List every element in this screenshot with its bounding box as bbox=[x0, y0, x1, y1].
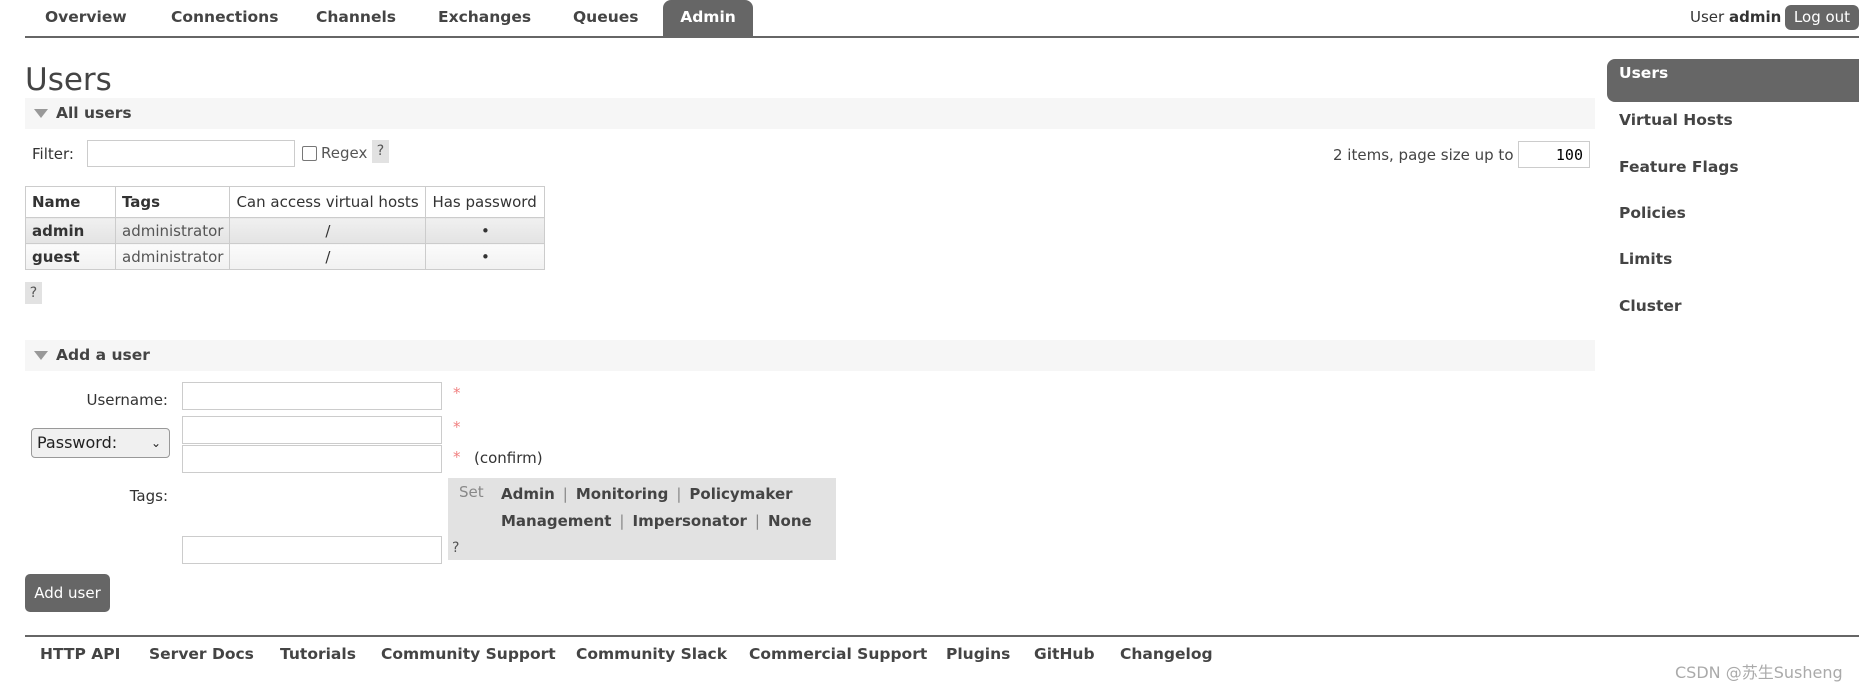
tag-option-impersonator[interactable]: Impersonator bbox=[632, 512, 746, 530]
tab-channels[interactable]: Channels bbox=[316, 0, 396, 36]
tag-options-row-2: Management | Impersonator | None bbox=[501, 512, 812, 530]
filter-label: Filter: bbox=[32, 145, 74, 163]
column-header[interactable]: Name bbox=[25, 186, 116, 218]
separator: | bbox=[619, 512, 625, 530]
footer-link-tutorials[interactable]: Tutorials bbox=[280, 645, 356, 663]
add-user-button[interactable]: Add user bbox=[25, 574, 110, 612]
sidebar-item-limits[interactable]: Limits bbox=[1619, 250, 1672, 268]
tags-label: Tags: bbox=[129, 487, 168, 505]
footer-divider bbox=[25, 635, 1859, 637]
page-title: Users bbox=[25, 62, 112, 98]
user-tags: administrator bbox=[114, 243, 231, 270]
column-header[interactable]: Tags bbox=[114, 186, 231, 218]
user-has-password: • bbox=[425, 217, 546, 244]
filter-help-button[interactable]: ? bbox=[372, 140, 389, 163]
user-vhosts: / bbox=[229, 243, 427, 270]
chevron-down-icon: ⌄ bbox=[150, 436, 161, 450]
separator: | bbox=[676, 485, 682, 503]
footer-link-community-slack[interactable]: Community Slack bbox=[576, 645, 727, 663]
tab-overview[interactable]: Overview bbox=[45, 0, 127, 36]
sidebar-item-feature-flags[interactable]: Feature Flags bbox=[1619, 158, 1739, 176]
regex-label: Regex bbox=[321, 144, 368, 162]
footer-link-plugins[interactable]: Plugins bbox=[946, 645, 1010, 663]
confirm-label: (confirm) bbox=[474, 449, 543, 467]
section-label: All users bbox=[56, 104, 132, 122]
footer-link-server-docs[interactable]: Server Docs bbox=[149, 645, 254, 663]
add-user-section-header[interactable]: Add a user bbox=[25, 340, 1595, 371]
required-mark: * bbox=[453, 384, 461, 402]
tags-input[interactable] bbox=[182, 536, 442, 564]
user-name-link[interactable]: admin bbox=[25, 217, 116, 244]
section-label: Add a user bbox=[56, 346, 150, 364]
collapse-triangle-icon bbox=[34, 109, 48, 118]
table-help-button[interactable]: ? bbox=[25, 282, 42, 304]
tag-option-none[interactable]: None bbox=[768, 512, 812, 530]
watermark: CSDN @苏生Susheng bbox=[1675, 663, 1843, 682]
sidebar-item-users[interactable]: Users bbox=[1619, 64, 1668, 82]
current-user: User admin bbox=[1690, 8, 1781, 26]
password-select-value: Password: bbox=[37, 433, 118, 452]
password-confirm-input[interactable] bbox=[182, 445, 442, 473]
separator: | bbox=[562, 485, 568, 503]
tab-exchanges[interactable]: Exchanges bbox=[438, 0, 531, 36]
filter-input[interactable] bbox=[87, 140, 295, 167]
footer-link-http-api[interactable]: HTTP API bbox=[40, 645, 120, 663]
footer-link-github[interactable]: GitHub bbox=[1034, 645, 1095, 663]
user-has-password: • bbox=[425, 243, 546, 270]
user-tags: administrator bbox=[114, 217, 231, 244]
column-header[interactable]: Can access virtual hosts bbox=[229, 186, 427, 218]
sidebar-item-virtual-hosts[interactable]: Virtual Hosts bbox=[1619, 111, 1733, 129]
footer-link-changelog[interactable]: Changelog bbox=[1120, 645, 1213, 663]
footer-link-commercial-support[interactable]: Commercial Support bbox=[749, 645, 927, 663]
footer-link-community-support[interactable]: Community Support bbox=[381, 645, 556, 663]
page-size-input[interactable] bbox=[1518, 141, 1590, 168]
tag-option-policymaker[interactable]: Policymaker bbox=[689, 485, 792, 503]
password-input[interactable] bbox=[182, 416, 442, 444]
regex-checkbox[interactable] bbox=[302, 146, 317, 161]
required-mark: * bbox=[453, 448, 461, 466]
tab-queues[interactable]: Queues bbox=[573, 0, 639, 36]
user-name-link[interactable]: guest bbox=[25, 243, 116, 270]
password-mode-select[interactable]: Password: ⌄ bbox=[31, 428, 170, 458]
set-label: Set bbox=[459, 483, 484, 501]
user-prefix: User bbox=[1690, 8, 1725, 26]
column-header[interactable]: Has password bbox=[425, 186, 546, 218]
required-mark: * bbox=[453, 418, 461, 436]
tab-admin[interactable]: Admin bbox=[663, 0, 753, 36]
logout-button[interactable]: Log out bbox=[1785, 5, 1859, 30]
tab-connections[interactable]: Connections bbox=[171, 0, 278, 36]
sidebar-item-cluster[interactable]: Cluster bbox=[1619, 297, 1682, 315]
user-vhosts: / bbox=[229, 217, 427, 244]
nav-divider bbox=[25, 36, 1859, 38]
all-users-section-header[interactable]: All users bbox=[25, 98, 1595, 129]
username-input[interactable] bbox=[182, 382, 442, 410]
tag-option-monitoring[interactable]: Monitoring bbox=[576, 485, 668, 503]
collapse-triangle-icon bbox=[34, 351, 48, 360]
tag-options-row-1: Admin | Monitoring | Policymaker bbox=[501, 485, 793, 503]
table-row: admin administrator / • bbox=[25, 217, 546, 244]
user-name: admin bbox=[1728, 8, 1782, 26]
tags-help-button[interactable]: ? bbox=[452, 540, 459, 556]
sidebar-item-policies[interactable]: Policies bbox=[1619, 204, 1686, 222]
username-label: Username: bbox=[86, 391, 168, 409]
items-count-text: 2 items, page size up to bbox=[1333, 146, 1514, 164]
table-row: guest administrator / • bbox=[25, 243, 546, 270]
separator: | bbox=[754, 512, 760, 530]
tag-option-management[interactable]: Management bbox=[501, 512, 611, 530]
table-header: Name Tags Can access virtual hosts Has p… bbox=[25, 186, 546, 218]
users-table: Name Tags Can access virtual hosts Has p… bbox=[25, 186, 546, 270]
tag-option-admin[interactable]: Admin bbox=[501, 485, 555, 503]
tag-presets-box: Set Admin | Monitoring | Policymaker Managem… bbox=[448, 478, 836, 560]
